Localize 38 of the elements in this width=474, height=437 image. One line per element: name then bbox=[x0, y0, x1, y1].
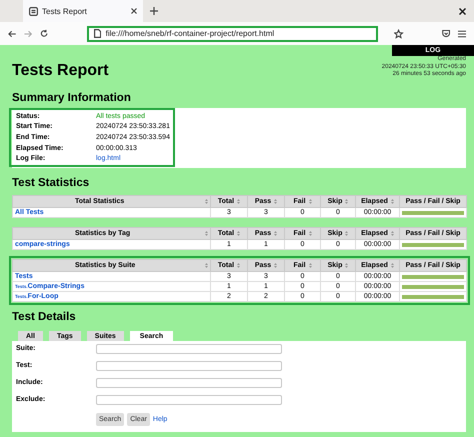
shield-icon[interactable] bbox=[442, 29, 450, 38]
close-icon[interactable] bbox=[131, 8, 137, 14]
star-icon[interactable] bbox=[394, 28, 404, 38]
sort-icon bbox=[205, 231, 208, 236]
reload-icon[interactable] bbox=[40, 29, 49, 38]
page-icon bbox=[94, 29, 101, 38]
sort-icon bbox=[345, 231, 348, 236]
sort-icon bbox=[345, 199, 348, 204]
sort-icon bbox=[237, 199, 240, 204]
page-icon bbox=[29, 6, 38, 16]
sort-icon bbox=[237, 231, 240, 236]
browser-tab[interactable]: Tests Report bbox=[23, 0, 143, 22]
sort-icon bbox=[390, 263, 394, 268]
sort-icon bbox=[205, 199, 208, 204]
section-heading: Test Statistics bbox=[12, 177, 90, 190]
back-icon[interactable] bbox=[8, 30, 16, 38]
input-field[interactable] bbox=[96, 395, 282, 406]
sort-icon bbox=[308, 199, 312, 204]
page-title: Tests Report bbox=[12, 62, 109, 80]
sort-icon bbox=[274, 263, 278, 268]
close-icon[interactable] bbox=[459, 8, 466, 14]
address-field[interactable]: file:///home/sneb/rf-container-project/report.html bbox=[86, 26, 378, 42]
sort-icon bbox=[345, 263, 348, 268]
input-field[interactable] bbox=[96, 344, 282, 354]
sort-icon bbox=[237, 263, 240, 268]
sort-icon bbox=[205, 263, 208, 268]
sort-icon bbox=[390, 199, 394, 204]
section-heading: Summary Information bbox=[12, 92, 132, 104]
input-field[interactable] bbox=[96, 378, 282, 388]
sort-icon bbox=[308, 263, 312, 268]
sort-icon bbox=[308, 231, 312, 236]
input-field[interactable] bbox=[96, 361, 282, 372]
sort-icon bbox=[274, 231, 278, 236]
new-tab-icon[interactable] bbox=[150, 7, 158, 15]
sort-icon bbox=[390, 231, 394, 236]
sort-icon bbox=[274, 199, 278, 204]
menu-icon[interactable] bbox=[458, 30, 466, 38]
section-heading: Test Details bbox=[12, 311, 77, 324]
